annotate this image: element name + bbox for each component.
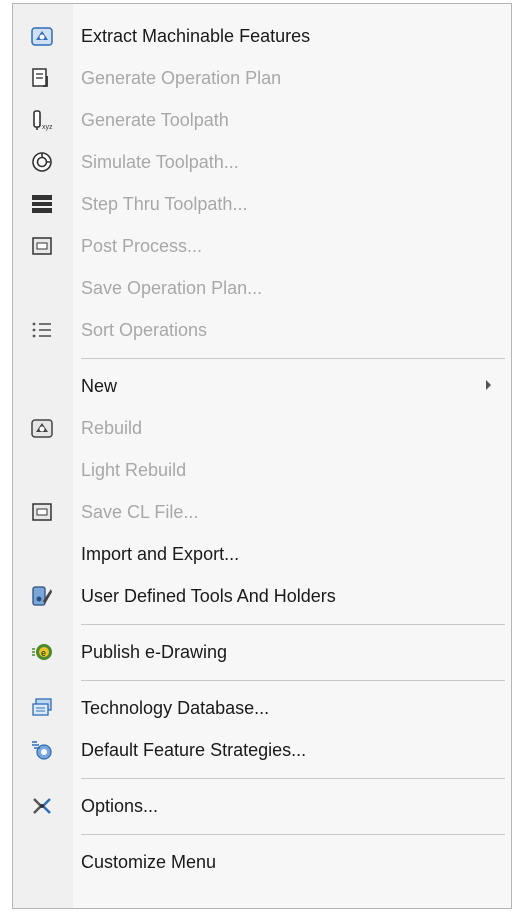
menu-item-simulate-toolpath[interactable]: Simulate Toolpath...: [13, 142, 511, 182]
menu-item-label: Options...: [81, 796, 159, 816]
database-icon: [31, 697, 53, 719]
menu-item-post-process[interactable]: Post Process...: [13, 226, 511, 266]
menu-item-technology-database[interactable]: Technology Database...: [13, 688, 511, 728]
menu-item-label: Import and Export...: [81, 544, 240, 564]
menu-separator: [81, 778, 505, 779]
menu-item-extract-machinable-features[interactable]: Extract Machinable Features: [13, 16, 511, 56]
menu-item-step-thru-toolpath[interactable]: Step Thru Toolpath...: [13, 184, 511, 224]
menu-item-generate-operation-plan[interactable]: Generate Operation Plan: [13, 58, 511, 98]
menu-item-label: Extract Machinable Features: [81, 26, 311, 46]
menu-item-label: Publish e-Drawing: [81, 642, 228, 662]
menu-item-label: New: [81, 376, 118, 396]
svg-text:e: e: [41, 648, 46, 658]
menu-item-generate-toolpath[interactable]: xyz Generate Toolpath: [13, 100, 511, 140]
step-thru-icon: [31, 193, 53, 215]
menu-item-label: Save Operation Plan...: [81, 278, 263, 298]
menu-item-label: Customize Menu: [81, 852, 217, 872]
submenu-arrow-icon: [486, 380, 491, 390]
menu-item-save-cl-file[interactable]: Save CL File...: [13, 492, 511, 532]
operation-plan-icon: [31, 67, 53, 89]
extract-features-icon: [31, 25, 53, 47]
menu-item-label: User Defined Tools And Holders: [81, 586, 336, 606]
menu-item-label: Post Process...: [81, 236, 203, 256]
toolpath-icon: xyz: [31, 109, 53, 131]
menu-item-options[interactable]: Options...: [13, 786, 511, 826]
menu-separator: [81, 834, 505, 835]
menu-item-new[interactable]: New: [13, 366, 511, 406]
menu-item-rebuild[interactable]: Rebuild: [13, 408, 511, 448]
menu-item-label: Rebuild: [81, 418, 143, 438]
edrawing-icon: e: [31, 641, 53, 663]
tools-holders-icon: [31, 585, 53, 607]
menu-item-default-feature-strategies[interactable]: Default Feature Strategies...: [13, 730, 511, 770]
menu-item-light-rebuild[interactable]: Light Rebuild: [13, 450, 511, 490]
menu-item-label: Light Rebuild: [81, 460, 187, 480]
svg-text:xyz: xyz: [42, 124, 53, 131]
menu-item-label: Generate Operation Plan: [81, 68, 282, 88]
rebuild-icon: [31, 417, 53, 439]
menu-item-import-export[interactable]: Import and Export...: [13, 534, 511, 574]
context-menu: Extract Machinable Features Generate Ope…: [12, 3, 512, 909]
options-icon: [31, 795, 53, 817]
menu-item-customize-menu[interactable]: Customize Menu: [13, 842, 511, 882]
menu-item-label: Technology Database...: [81, 698, 270, 718]
menu-item-user-defined-tools[interactable]: User Defined Tools And Holders: [13, 576, 511, 616]
menu-item-label: Sort Operations: [81, 320, 208, 340]
menu-separator: [81, 358, 505, 359]
sort-icon: [31, 319, 53, 341]
post-process-icon: [31, 235, 53, 257]
strategies-icon: [31, 739, 53, 761]
cl-file-icon: [31, 501, 53, 523]
menu-item-save-operation-plan[interactable]: Save Operation Plan...: [13, 268, 511, 308]
menu-separator: [81, 680, 505, 681]
menu-item-label: Simulate Toolpath...: [81, 152, 239, 172]
menu-item-label: Generate Toolpath: [81, 110, 229, 130]
menu-item-label: Step Thru Toolpath...: [81, 194, 248, 214]
menu-separator: [81, 624, 505, 625]
simulate-icon: [31, 151, 53, 173]
menu-item-label: Default Feature Strategies...: [81, 740, 307, 760]
menu-item-publish-edrawing[interactable]: e Publish e-Drawing: [13, 632, 511, 672]
menu-item-sort-operations[interactable]: Sort Operations: [13, 310, 511, 350]
menu-item-label: Save CL File...: [81, 502, 199, 522]
